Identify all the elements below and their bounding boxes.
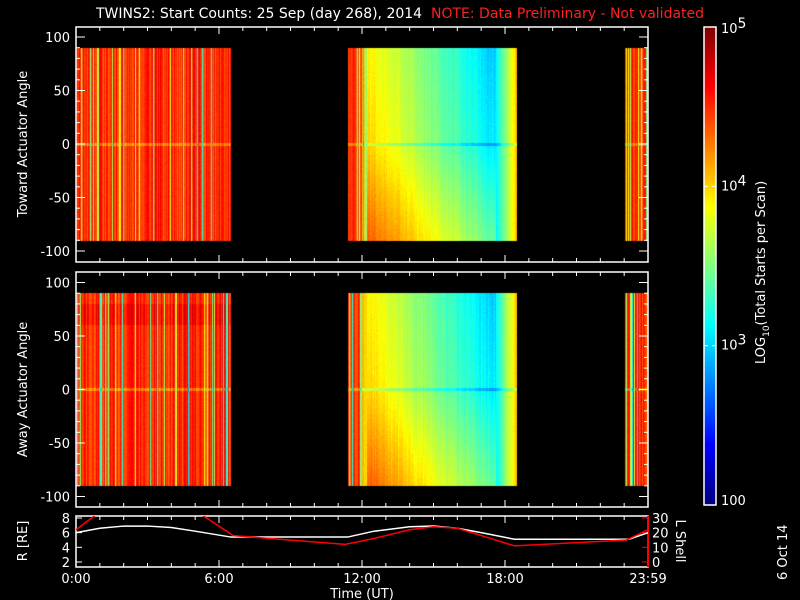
away-panel-frame (75, 271, 649, 508)
plot-window: TWINS2: Start Counts: 25 Sep (day 268), … (0, 0, 800, 600)
lshell-ytick-label: 20 (652, 527, 669, 542)
xtick-label: 0:00 (61, 572, 90, 587)
lshell-ytick-label: 30 (652, 512, 669, 527)
xlabel: Time (UT) (329, 587, 394, 600)
orbit-ytick-label: 2 (62, 556, 70, 571)
tick-base: 10 (721, 22, 738, 37)
toward-panel-frame (75, 26, 649, 263)
toward-panel-ylabel: Toward Actuator Angle (16, 71, 31, 218)
orbit-ytick-label: 8 (62, 512, 70, 527)
colorbar-label-part: (Total Starts per Scan) (754, 181, 769, 326)
xtick-label: 18:00 (486, 572, 523, 587)
away-panel-ytick-label: -100 (40, 491, 70, 506)
colorbar-label: LOG10(Total Starts per Scan) (754, 181, 772, 364)
lshell-ytick-label: 10 (652, 541, 669, 556)
colorbar-label-part: LOG (754, 337, 769, 364)
away-panel-ylabel: Away Actuator Angle (16, 322, 31, 457)
tick-base: 10 (721, 339, 738, 354)
toward-panel-ytick-label: 50 (53, 85, 70, 100)
away-panel-ytick-label: 100 (45, 277, 70, 292)
tick-base: 10 (721, 179, 738, 194)
away-panel-ytick-label: 0 (62, 384, 70, 399)
tick-exponent: 5 (738, 16, 747, 32)
colorbar-frame (703, 26, 717, 506)
xtick-label: 6:00 (204, 572, 233, 587)
away-panel-ytick-label: -50 (49, 437, 70, 452)
colorbar-label-part: 10 (762, 325, 772, 337)
xtick-label: 23:59 (629, 572, 666, 587)
xtick-label: 12:00 (343, 572, 380, 587)
orbit-ytick-label: 6 (62, 527, 70, 542)
colorbar-tick-label: 105 (721, 16, 746, 37)
orbit-ytick-label: 4 (62, 541, 70, 556)
orbit-ylabel: R [RE] (16, 521, 31, 562)
lshell-ytick-label: 0 (652, 556, 660, 571)
r-line (76, 525, 648, 541)
toward-panel-ytick-label: 100 (45, 31, 70, 46)
colorbar-tick-label: 104 (721, 173, 747, 194)
footer-date: 6 Oct 14 (776, 524, 791, 580)
toward-panel-ytick-label: -50 (49, 192, 70, 207)
toward-panel-ytick-label: 0 (62, 138, 70, 153)
tick-base: 100 (721, 494, 746, 509)
tick-exponent: 4 (738, 173, 747, 189)
away-panel-ytick-label: 50 (53, 330, 70, 345)
axes-overlay: 100103104105LOG10(Total Starts per Scan)… (16, 16, 791, 600)
colorbar-tick-label: 100 (721, 494, 746, 509)
tick-exponent: 3 (738, 333, 747, 349)
toward-panel-ytick-label: -100 (40, 245, 70, 260)
colorbar-tick-label: 103 (721, 333, 746, 354)
lshell-ylabel: L Shell (672, 519, 687, 562)
